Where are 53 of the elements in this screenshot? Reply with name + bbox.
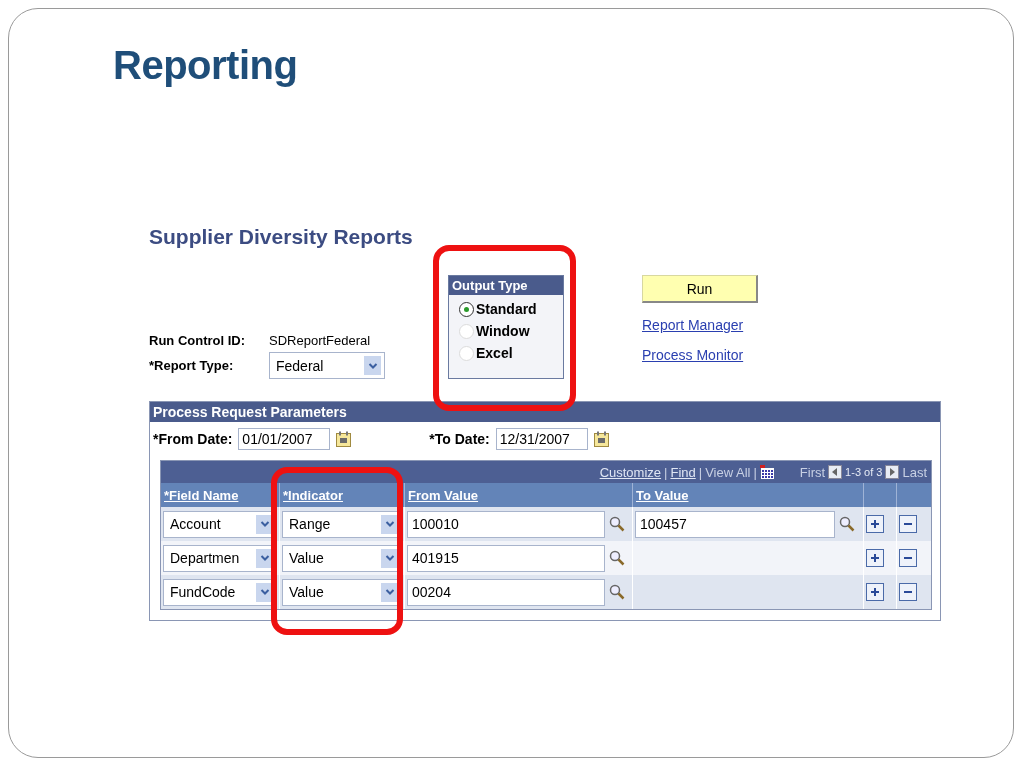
search-icon[interactable] bbox=[609, 584, 625, 600]
separator: | bbox=[664, 464, 668, 480]
add-row-button[interactable] bbox=[866, 515, 884, 533]
report-type-dropdown[interactable]: Federal bbox=[269, 352, 385, 379]
radio-label: Window bbox=[476, 323, 530, 339]
search-icon[interactable] bbox=[609, 550, 625, 566]
caret-icon bbox=[364, 356, 381, 375]
grid-nav-text: First bbox=[799, 464, 826, 480]
delete-row-button[interactable] bbox=[899, 583, 917, 601]
run-control-value: SDReportFederal bbox=[269, 333, 371, 348]
row-count: 1-3 of 3 bbox=[845, 466, 883, 478]
group-title: Output Type bbox=[449, 276, 563, 295]
plus-icon bbox=[870, 519, 880, 529]
field-label: *From Date: bbox=[153, 431, 233, 447]
grid-link[interactable]: Find bbox=[670, 464, 696, 480]
from-value-field[interactable]: 401915 bbox=[407, 544, 605, 572]
search-icon[interactable] bbox=[839, 516, 855, 532]
separator: | bbox=[753, 464, 757, 480]
slide-title: Reporting bbox=[113, 42, 299, 89]
run-button[interactable]: Run bbox=[642, 275, 758, 303]
grid-nav-text: Last bbox=[902, 464, 927, 480]
add-row-button[interactable] bbox=[866, 549, 884, 567]
search-icon[interactable] bbox=[609, 516, 625, 532]
field-label: Run Control ID: bbox=[149, 333, 247, 348]
grid-link[interactable]: Customize bbox=[599, 464, 662, 480]
column-header[interactable]: *Field Name bbox=[164, 487, 239, 503]
date-field[interactable]: 01/01/2007 bbox=[238, 428, 331, 450]
page-link[interactable]: Process Monitor bbox=[642, 347, 744, 363]
radio-button[interactable] bbox=[459, 301, 474, 317]
page-link[interactable]: Report Manager bbox=[642, 317, 744, 333]
from-value-field[interactable]: 100010 bbox=[407, 510, 605, 538]
separator: | bbox=[698, 464, 703, 480]
panel-header: Process Request Parameters bbox=[150, 402, 940, 422]
plus-icon bbox=[870, 587, 880, 597]
field-label: *Report Type: bbox=[149, 358, 235, 373]
calendar-icon[interactable] bbox=[593, 431, 609, 447]
radio-label: Standard bbox=[476, 301, 537, 317]
grid-icon[interactable] bbox=[759, 464, 775, 480]
radio-label: Excel bbox=[476, 345, 513, 361]
page-title: Supplier Diversity Reports bbox=[149, 224, 414, 250]
field-label: *To Date: bbox=[429, 431, 490, 447]
grid-nav-text: View All bbox=[705, 464, 751, 480]
to-value-field[interactable]: 100457 bbox=[635, 510, 835, 538]
plus-icon bbox=[870, 553, 880, 563]
calendar-icon[interactable] bbox=[336, 431, 352, 447]
column-header[interactable]: *Indicator bbox=[283, 487, 343, 503]
add-row-button[interactable] bbox=[866, 583, 884, 601]
column-header[interactable]: From Value bbox=[408, 487, 479, 503]
delete-row-button[interactable] bbox=[899, 549, 917, 567]
delete-row-button[interactable] bbox=[899, 515, 917, 533]
column-header[interactable]: To Value bbox=[636, 487, 689, 503]
from-value-field[interactable]: 00204 bbox=[407, 578, 605, 606]
date-field[interactable]: 12/31/2007 bbox=[495, 428, 588, 450]
